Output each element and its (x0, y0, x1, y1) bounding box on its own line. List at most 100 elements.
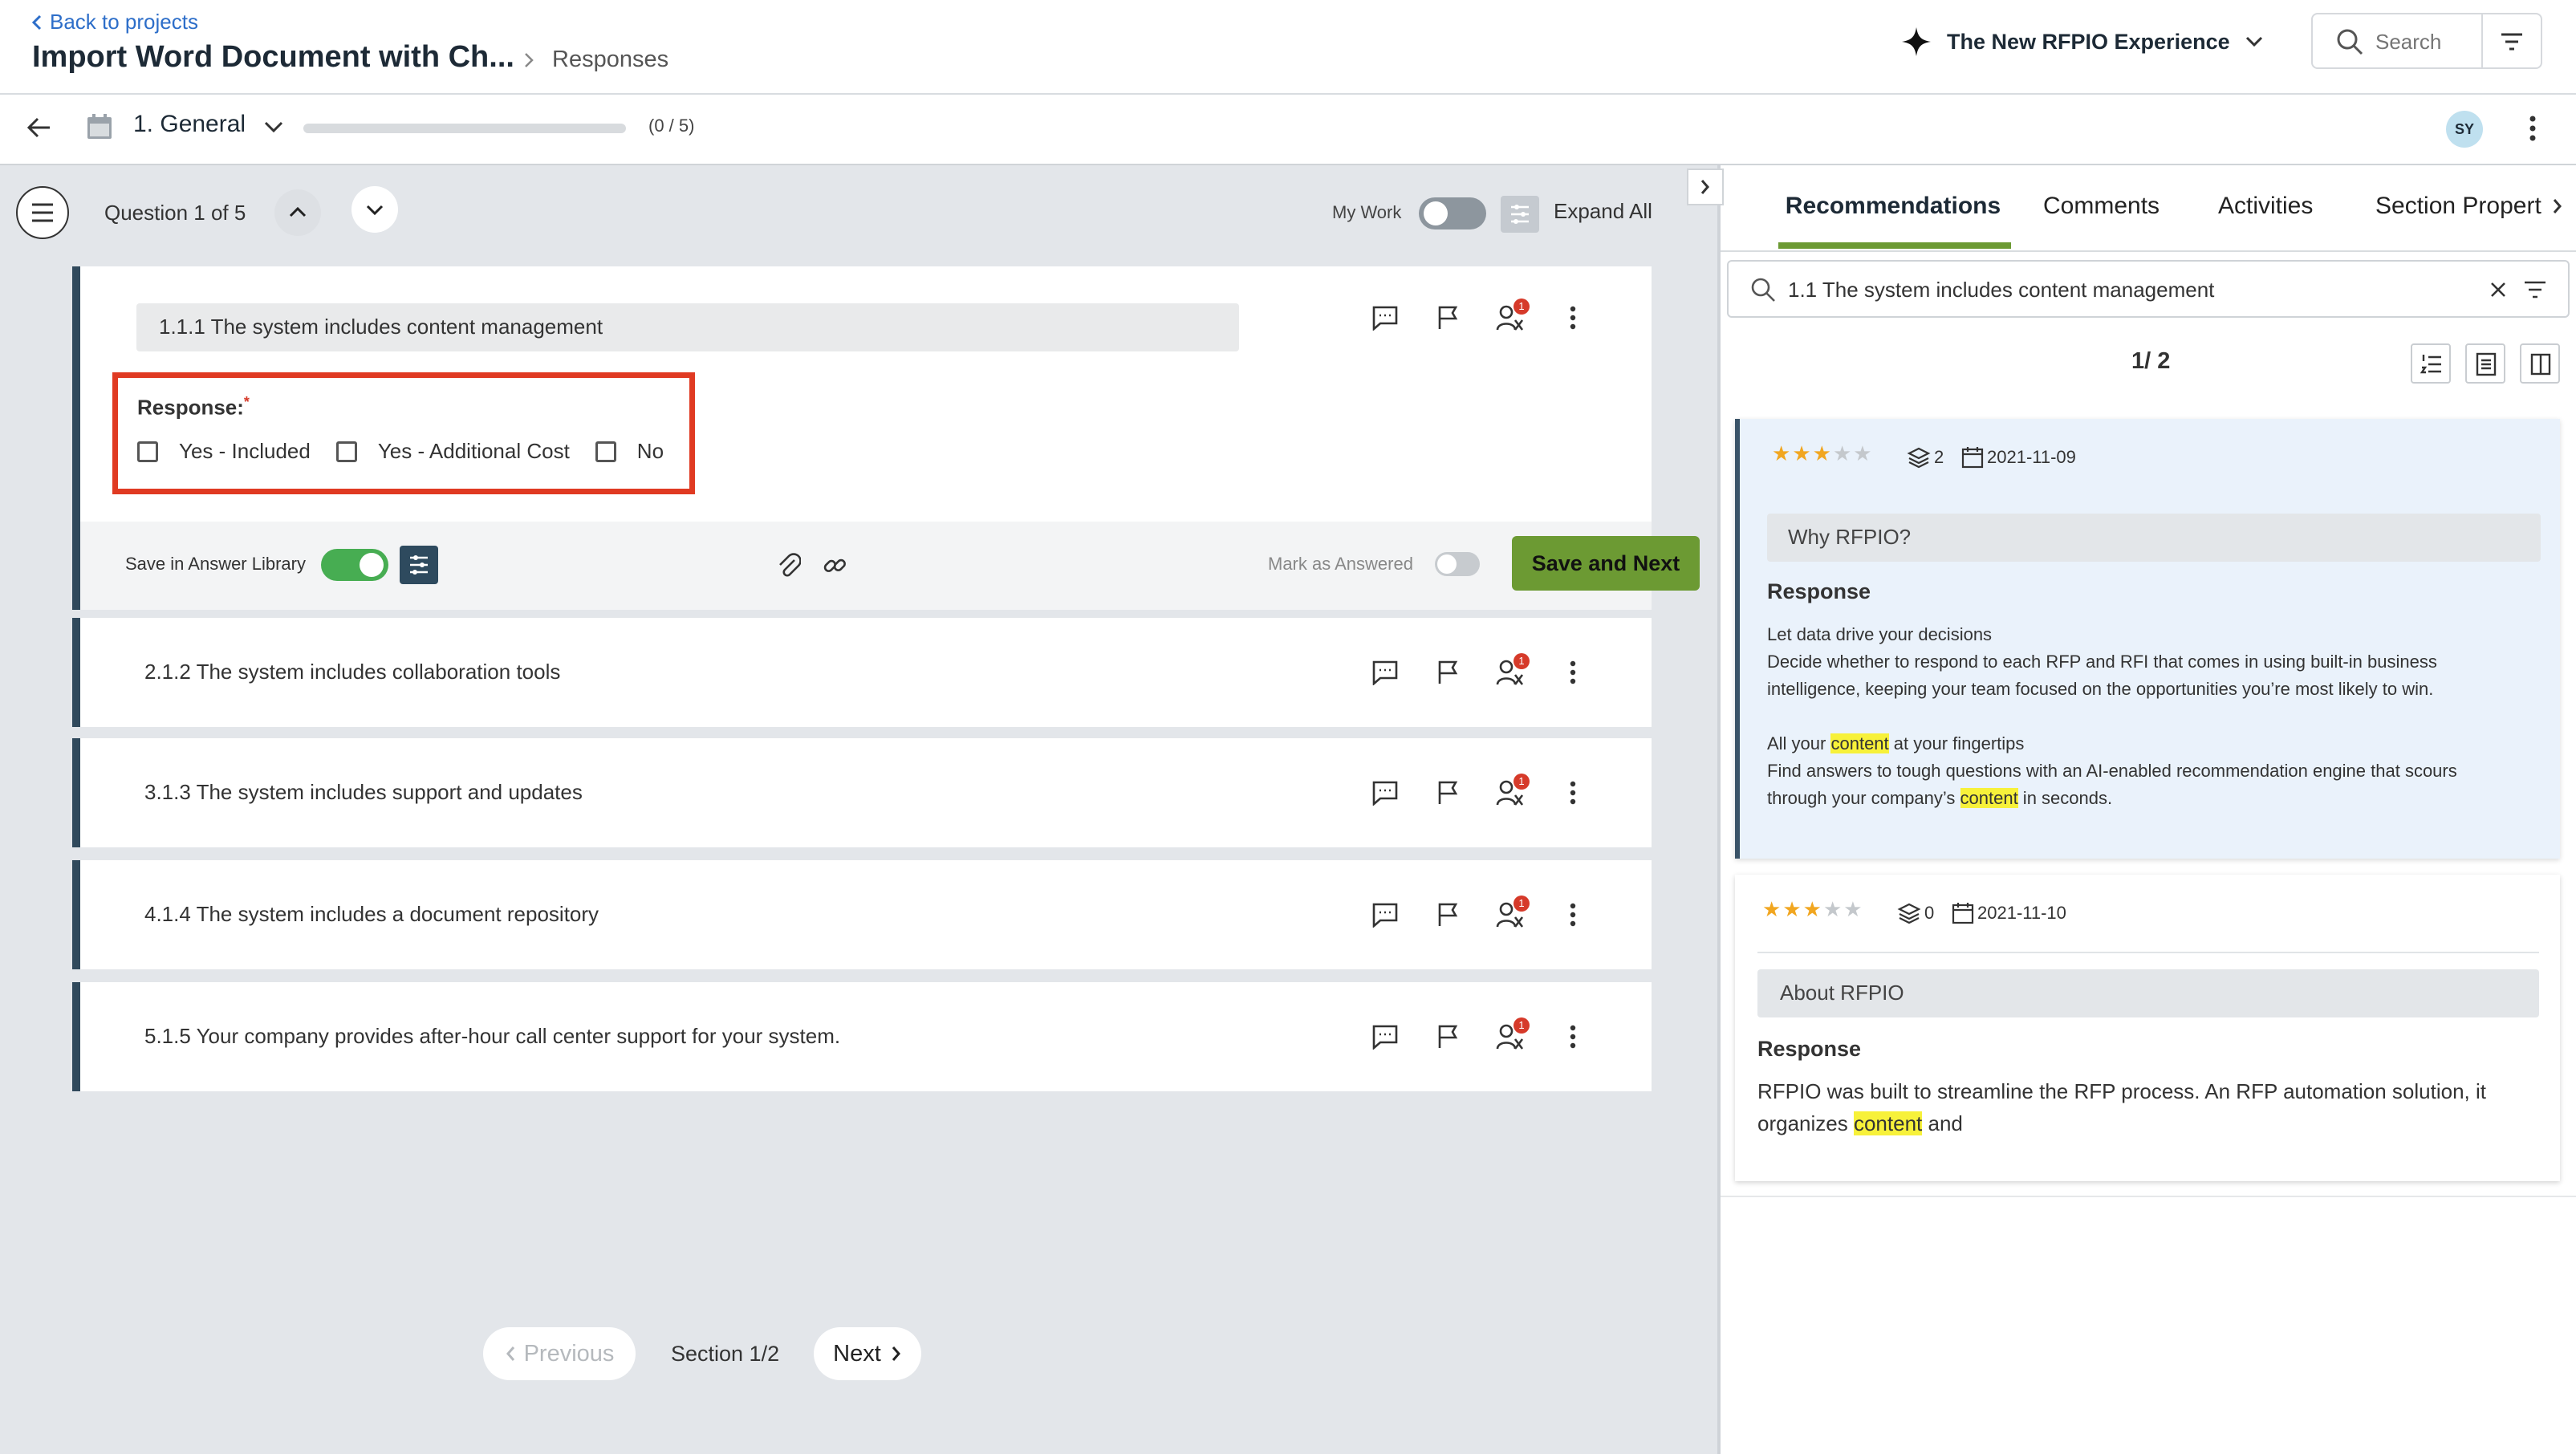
assign-button[interactable]: 1 (1488, 770, 1533, 815)
star-icon: ★ (1792, 441, 1811, 465)
calendar-icon (1952, 903, 1974, 924)
flag-button[interactable] (1425, 892, 1470, 937)
comment-button[interactable] (1363, 770, 1408, 815)
more-options-button[interactable] (1550, 1014, 1595, 1059)
question-card[interactable]: 3.1.3 The system includes support and up… (72, 738, 1652, 847)
previous-question-button[interactable] (274, 189, 321, 236)
my-work-toggle[interactable] (1419, 197, 1486, 229)
question-card[interactable]: 2.1.2 The system includes collaboration … (72, 618, 1652, 727)
comment-icon (1372, 903, 1398, 928)
filter-icon[interactable] (2523, 279, 2547, 300)
flag-button[interactable] (1425, 650, 1470, 695)
result-question: About RFPIO (1780, 981, 1904, 1005)
more-options-button[interactable] (1550, 650, 1595, 695)
view-split-button[interactable] (2520, 343, 2560, 384)
back-to-projects-link[interactable]: Back to projects (30, 10, 198, 35)
previous-label: Previous (523, 1340, 615, 1367)
assign-button[interactable]: 1 (1488, 650, 1533, 695)
option-yes-included-checkbox[interactable] (137, 441, 158, 462)
star-icon: ★ (1762, 897, 1782, 921)
option-label: Yes - Included (179, 439, 311, 463)
library-settings-button[interactable] (400, 546, 438, 584)
section-name[interactable]: 1. General (133, 111, 246, 138)
result-question-box: Why RFPIO? (1767, 514, 2541, 562)
collapse-panel-button[interactable] (1687, 169, 1724, 205)
response-body: RFPIO was built to streamline the RFP pr… (1757, 1079, 2486, 1135)
breadcrumb-current[interactable]: Responses (552, 47, 668, 73)
recommendation-search-input[interactable] (1786, 273, 2464, 307)
more-options-button[interactable] (1550, 892, 1595, 937)
recommendation-card[interactable]: ★★★★★ 0 2021-11-10 About RFPIO Response … (1735, 875, 2560, 1181)
chevron-right-icon (1700, 180, 1709, 194)
save-and-next-button[interactable]: Save and Next (1512, 536, 1700, 591)
question-card[interactable]: 4.1.4 The system includes a document rep… (72, 860, 1652, 969)
search-highlight: content (1853, 1111, 1923, 1135)
question-card[interactable]: 5.1.5 Your company provides after-hour c… (72, 982, 1652, 1091)
flag-button[interactable] (1425, 295, 1470, 340)
tab-recommendations[interactable]: Recommendations (1778, 193, 2008, 220)
kebab-menu-icon (1570, 306, 1576, 330)
comment-button[interactable] (1363, 295, 1408, 340)
active-tab-indicator (1778, 242, 2011, 249)
tabs-scroll-right-icon[interactable] (2552, 197, 2563, 215)
option-yes-additional-cost-checkbox[interactable] (335, 441, 357, 462)
comment-button[interactable] (1363, 650, 1408, 695)
rating-stars: ★★★★★ (1772, 441, 1874, 466)
breadcrumb-chevron-icon (525, 53, 534, 67)
response-line: Find answers to tough questions with an … (1767, 761, 2457, 808)
flag-button[interactable] (1425, 1014, 1470, 1059)
experience-switcher[interactable]: The New RFPIO Experience (1900, 26, 2264, 58)
tab-comments[interactable]: Comments (2043, 193, 2160, 220)
menu-toggle-button[interactable] (16, 186, 69, 239)
link-icon[interactable] (822, 552, 847, 579)
next-question-button[interactable] (351, 186, 398, 233)
question-actions: 1 (1363, 295, 1595, 340)
more-options-button[interactable] (1550, 295, 1595, 340)
kebab-menu-icon[interactable] (2528, 114, 2537, 143)
question-title-box[interactable]: 1.1.1 The system includes content manage… (136, 303, 1239, 351)
result-question-box: About RFPIO (1757, 969, 2539, 1017)
response-line: Let data drive your decisions (1767, 624, 1993, 644)
more-options-button[interactable] (1550, 770, 1595, 815)
comment-button[interactable] (1363, 892, 1408, 937)
response-heading: Response (1767, 579, 1871, 603)
response-options: Yes - Included Yes - Additional Cost No (137, 439, 664, 464)
flag-button[interactable] (1425, 770, 1470, 815)
recommendation-card[interactable]: ★★★★★ 2 2021-11-09 Why RFPIO? Response L… (1735, 419, 2560, 859)
chevron-up-icon (289, 206, 307, 217)
question-counter: Question 1 of 5 (104, 201, 246, 225)
expand-all-button[interactable]: Expand All (1554, 199, 1652, 224)
question-title: 1.1.1 The system includes content manage… (159, 315, 603, 339)
filter-settings-button[interactable] (1501, 196, 1539, 233)
option-no-checkbox[interactable] (595, 441, 616, 462)
next-button[interactable]: Next (814, 1327, 921, 1380)
filter-icon[interactable] (2499, 30, 2525, 53)
tab-section-properties[interactable]: Section Propert (2375, 193, 2541, 220)
question-title: 2.1.2 The system includes collaboration … (144, 660, 561, 684)
assign-button[interactable]: 1 (1488, 892, 1533, 937)
response-line: Decide whether to respond to each RFP an… (1767, 652, 2437, 699)
mark-answered-toggle[interactable] (1435, 552, 1480, 576)
date-value: 2021-11-09 (1987, 447, 2076, 467)
assign-button[interactable]: 1 (1488, 295, 1533, 340)
option-label: No (636, 439, 664, 463)
star-icon: ★ (1812, 441, 1831, 465)
tab-activities[interactable]: Activities (2218, 193, 2313, 220)
view-document-button[interactable] (2465, 343, 2505, 384)
comment-button[interactable] (1363, 1014, 1408, 1059)
star-icon: ★ (1802, 897, 1822, 921)
search-input[interactable] (2374, 24, 2473, 59)
star-icon: ★ (1843, 897, 1863, 921)
view-list-button[interactable] (2411, 343, 2451, 384)
clear-icon[interactable] (2489, 281, 2507, 299)
search-highlight: content (1830, 733, 1889, 753)
save-library-toggle[interactable] (321, 549, 388, 581)
assign-button[interactable]: 1 (1488, 1014, 1533, 1059)
previous-button[interactable]: Previous (483, 1327, 636, 1380)
response-label: Response:* (137, 394, 250, 420)
section-dropdown-icon[interactable] (263, 120, 284, 135)
attachment-icon[interactable] (777, 552, 801, 579)
user-avatar[interactable]: SY (2446, 111, 2483, 148)
arrow-left-icon[interactable] (26, 114, 53, 141)
search-divider (2481, 14, 2483, 67)
